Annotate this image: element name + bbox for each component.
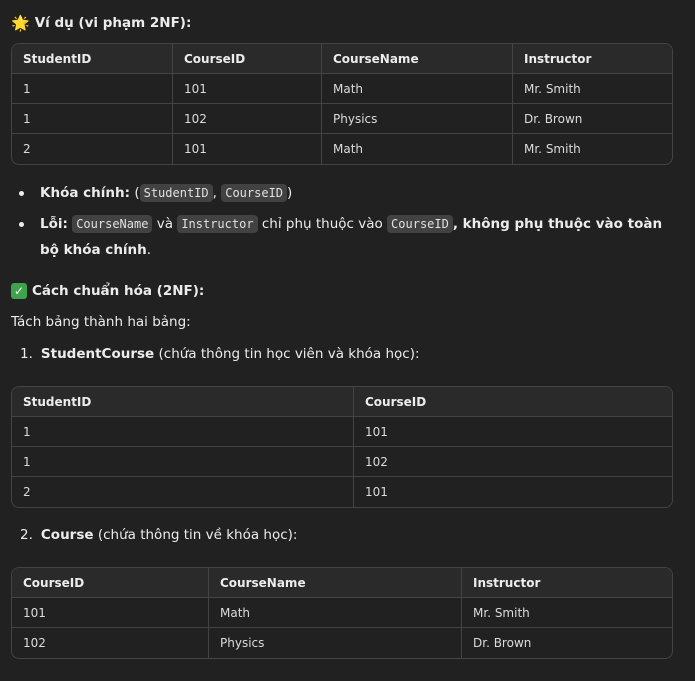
student-course-table: StudentID CourseID 1 101 1 102 2 101 bbox=[11, 386, 673, 508]
table-cell: 101 bbox=[173, 74, 322, 104]
column-header: CourseName bbox=[209, 568, 462, 598]
table-cell: 1 bbox=[12, 447, 354, 477]
list-item: Khóa chính: (StudentID, CourseID) bbox=[11, 180, 671, 206]
column-header: CourseID bbox=[12, 568, 209, 598]
table-header-row: CourseID CourseName Instructor bbox=[12, 568, 672, 598]
course-table: CourseID CourseName Instructor 101 Math … bbox=[11, 567, 673, 659]
table-cell: 1 bbox=[12, 104, 173, 134]
table-cell: 102 bbox=[12, 628, 209, 658]
column-header: CourseID bbox=[173, 44, 322, 74]
table-cell: Physics bbox=[322, 104, 513, 134]
column-header: CourseName bbox=[322, 44, 513, 74]
table-row: 1 101 Math Mr. Smith bbox=[12, 74, 672, 104]
step-desc: (chứa thông tin về khóa học): bbox=[93, 527, 298, 543]
table-cell: Math bbox=[322, 74, 513, 104]
table-cell: Dr. Brown bbox=[473, 636, 532, 650]
example-heading: 🌟 Ví dụ (vi phạm 2NF): bbox=[11, 14, 191, 32]
table-row: 101 Math Mr. Smith bbox=[12, 598, 672, 628]
violation-table: StudentID CourseID CourseName Instructor… bbox=[11, 43, 673, 165]
step-1: 1. StudentCourse (chứa thông tin học viê… bbox=[20, 346, 420, 362]
table-row: 2 101 bbox=[12, 477, 672, 507]
code-studentid: StudentID bbox=[139, 184, 213, 202]
table-cell: 1 bbox=[12, 74, 173, 104]
check-icon: ✓ bbox=[11, 283, 27, 299]
column-header: StudentID bbox=[12, 387, 354, 417]
table-row: 1 101 bbox=[12, 417, 672, 447]
text: , bbox=[212, 185, 222, 201]
table-cell: Mr. Smith bbox=[513, 74, 672, 104]
step-number: 1. bbox=[20, 346, 33, 362]
solution-heading-text: Cách chuẩn hóa (2NF): bbox=[32, 283, 205, 299]
star-icon: 🌟 bbox=[11, 14, 30, 32]
table-row: 2 101 Math Mr. Smith bbox=[12, 134, 672, 164]
column-header: Instructor bbox=[462, 568, 672, 598]
code-courseid: CourseID bbox=[387, 215, 453, 233]
example-heading-text: Ví dụ (vi phạm 2NF): bbox=[34, 15, 192, 31]
table-cell: 102 bbox=[173, 104, 322, 134]
list-item: Lỗi: CourseName và Instructor chỉ phụ th… bbox=[11, 211, 671, 263]
table-cell: Dr. Brown bbox=[513, 104, 672, 134]
column-header: Instructor bbox=[513, 44, 672, 74]
column-header: CourseID bbox=[354, 387, 672, 417]
table-header-row: StudentID CourseID CourseName Instructor bbox=[12, 44, 672, 74]
table-cell: 2 bbox=[12, 477, 354, 507]
table-cell: 101 bbox=[365, 485, 388, 499]
step-title: StudentCourse bbox=[40, 346, 155, 362]
step-desc: (chứa thông tin học viên và khóa học): bbox=[154, 346, 420, 362]
table-cell: Mr. Smith bbox=[462, 598, 672, 628]
table-cell: 102 bbox=[354, 447, 672, 477]
text: chỉ phụ thuộc vào bbox=[257, 216, 388, 232]
table-cell: Math bbox=[322, 134, 513, 164]
primary-key-label: Khóa chính: bbox=[40, 185, 131, 201]
table-row: 102 Physics Dr. Brown bbox=[12, 628, 672, 658]
step-2: 2. Course (chứa thông tin về khóa học): bbox=[20, 527, 297, 543]
code-instructor: Instructor bbox=[177, 215, 258, 233]
solution-heading: ✓ Cách chuẩn hóa (2NF): bbox=[11, 283, 204, 299]
code-coursename: CourseName bbox=[72, 215, 153, 233]
table-cell: 101 bbox=[354, 417, 672, 447]
table-cell: 2 bbox=[12, 134, 173, 164]
table-row: 1 102 bbox=[12, 447, 672, 477]
text: ( bbox=[130, 185, 140, 201]
step-number: 2. bbox=[20, 527, 33, 543]
code-courseid: CourseID bbox=[221, 184, 288, 202]
table-cell: Mr. Smith bbox=[524, 142, 581, 156]
column-header: StudentID bbox=[12, 44, 173, 74]
table-row: 1 102 Physics Dr. Brown bbox=[12, 104, 672, 134]
text: . bbox=[146, 242, 152, 258]
table-cell: 101 bbox=[173, 134, 322, 164]
split-text: Tách bảng thành hai bảng: bbox=[11, 314, 191, 330]
step-title: Course bbox=[40, 527, 94, 543]
table-cell: Math bbox=[209, 598, 462, 628]
explanation-list: Khóa chính: (StudentID, CourseID) Lỗi: C… bbox=[11, 180, 671, 263]
error-label: Lỗi: bbox=[40, 216, 68, 232]
table-cell: 1 bbox=[12, 417, 354, 447]
table-cell: 101 bbox=[12, 598, 209, 628]
table-cell: Physics bbox=[209, 628, 462, 658]
text: ) bbox=[287, 185, 293, 201]
table-header-row: StudentID CourseID bbox=[12, 387, 672, 417]
text: và bbox=[152, 216, 178, 232]
